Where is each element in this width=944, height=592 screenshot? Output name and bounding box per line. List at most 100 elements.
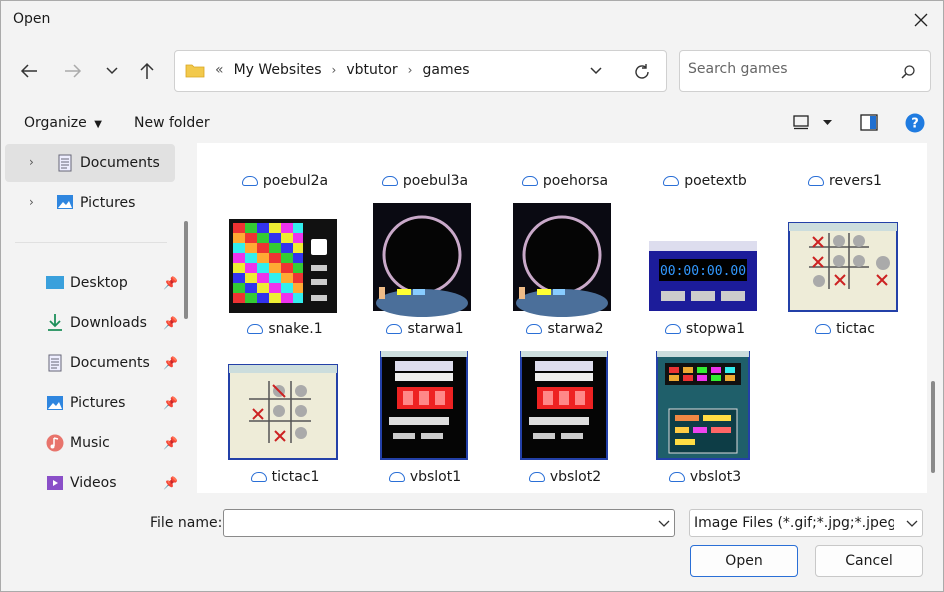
sidebar-scrollbar[interactable]: [184, 221, 188, 319]
file-type-value: Image Files (*.gif;*.jpg;*.jpeg;*.b: [694, 515, 894, 531]
list-item[interactable]: 00:00:00.00 stopwa1: [635, 203, 775, 343]
cancel-button[interactable]: Cancel: [815, 545, 923, 577]
up-button[interactable]: [133, 57, 161, 85]
cloud-icon: [247, 324, 264, 334]
breadcrumb-my-websites[interactable]: My Websites: [228, 62, 328, 78]
pin-icon: 📌: [163, 276, 178, 290]
pin-icon: 📌: [163, 436, 178, 450]
forward-button[interactable]: [59, 57, 87, 85]
navigation-pane: › Documents › Pictures Desktop 📌 Downloa…: [1, 143, 179, 493]
organize-button[interactable]: Organize ▼: [24, 115, 102, 131]
navigation-bar: « My Websites › vbtutor › games: [1, 39, 943, 101]
file-name: snake.1: [268, 321, 323, 337]
sidebar-item-videos[interactable]: Videos 📌: [5, 464, 178, 493]
file-thumbnail: [656, 351, 750, 460]
file-name-label: File name:: [150, 515, 223, 531]
file-list: poebul2a poebul3a poehorsa poetextb reve…: [197, 143, 927, 493]
file-name: poehorsa: [542, 173, 609, 189]
list-item[interactable]: vbslot3: [635, 351, 775, 491]
cloud-icon: [386, 324, 403, 334]
sidebar-item-documents[interactable]: Documents 📌: [5, 344, 178, 382]
caret-down-icon: ▼: [94, 119, 102, 130]
file-thumbnail: [229, 219, 337, 313]
arrow-up-icon: [140, 62, 154, 79]
chevron-down-icon: [906, 520, 918, 527]
sidebar-item-label: Videos: [70, 475, 117, 491]
music-icon: [46, 434, 64, 452]
file-name: vbslot3: [689, 469, 742, 485]
cloud-icon: [388, 472, 405, 482]
list-item[interactable]: poetextb: [635, 143, 775, 189]
documents-icon: [58, 154, 72, 172]
file-type-select[interactable]: Image Files (*.gif;*.jpg;*.jpeg;*.b: [689, 509, 923, 537]
list-item[interactable]: poehorsa: [495, 143, 635, 189]
list-item[interactable]: revers1: [775, 143, 915, 189]
refresh-icon[interactable]: [633, 63, 651, 81]
pin-icon: 📌: [163, 476, 178, 490]
new-folder-button[interactable]: New folder: [134, 115, 210, 131]
address-bar[interactable]: « My Websites › vbtutor › games: [174, 50, 667, 92]
sidebar-item-label: Music: [70, 435, 110, 451]
file-list-scrollbar[interactable]: [931, 381, 935, 473]
cloud-icon: [668, 472, 685, 482]
search-icon[interactable]: [900, 64, 916, 80]
list-item[interactable]: starwa1: [355, 203, 495, 343]
file-thumbnail: [373, 203, 471, 317]
sidebar-item-music[interactable]: Music 📌: [5, 424, 178, 462]
sidebar-item-label: Downloads: [70, 315, 147, 331]
sidebar-item-label: Documents: [80, 155, 160, 171]
breadcrumb-separator: ›: [407, 63, 413, 77]
sidebar-item-downloads[interactable]: Downloads 📌: [5, 304, 178, 342]
file-name: vbslot2: [549, 469, 602, 485]
organize-label: Organize: [24, 115, 87, 131]
command-bar: Organize ▼ New folder ?: [1, 103, 943, 143]
open-button[interactable]: Open: [690, 545, 798, 577]
breadcrumb-vbtutor[interactable]: vbtutor: [340, 62, 403, 78]
list-item[interactable]: starwa2: [495, 203, 635, 343]
expand-chevron-icon[interactable]: ›: [29, 195, 34, 209]
file-name: tictac: [836, 321, 875, 337]
help-icon[interactable]: ?: [905, 113, 925, 133]
list-item[interactable]: snake.1: [215, 203, 355, 343]
recent-locations-button[interactable]: [98, 57, 126, 85]
list-item[interactable]: tictac: [775, 203, 915, 343]
address-overflow[interactable]: «: [211, 62, 228, 78]
sidebar-item-pictures-tree[interactable]: › Pictures: [5, 184, 175, 222]
file-name: vbslot1: [409, 469, 462, 485]
cloud-icon: [241, 176, 258, 186]
cloud-icon: [815, 324, 832, 334]
close-icon: [914, 13, 928, 27]
list-item[interactable]: poebul3a: [355, 143, 495, 189]
sidebar-item-label: Desktop: [70, 275, 128, 291]
file-thumbnail: [228, 364, 338, 460]
preview-pane-icon[interactable]: [860, 114, 878, 131]
view-mode-icon[interactable]: [793, 115, 809, 130]
folder-icon: [185, 64, 205, 78]
close-button[interactable]: [905, 5, 937, 35]
cloud-icon: [381, 176, 398, 186]
sidebar-item-desktop[interactable]: Desktop 📌: [5, 264, 178, 302]
list-item[interactable]: poebul2a: [215, 143, 355, 189]
file-name: starwa1: [407, 321, 464, 337]
search-input[interactable]: [688, 61, 888, 77]
list-item[interactable]: tictac1: [215, 351, 355, 491]
view-options-caret-icon[interactable]: [823, 120, 832, 126]
sidebar-item-documents-tree[interactable]: › Documents: [5, 144, 175, 182]
search-box[interactable]: [679, 50, 931, 92]
documents-icon: [48, 354, 62, 372]
file-name-field[interactable]: [223, 509, 675, 537]
back-button[interactable]: [15, 57, 43, 85]
file-name: revers1: [829, 173, 882, 189]
list-item[interactable]: vbslot2: [495, 351, 635, 491]
chevron-down-icon[interactable]: [658, 520, 670, 528]
file-name: poetextb: [684, 173, 747, 189]
sidebar-item-pictures[interactable]: Pictures 📌: [5, 384, 178, 422]
dialog-footer: File name: Image Files (*.gif;*.jpg;*.jp…: [1, 493, 943, 591]
list-item[interactable]: vbslot1: [355, 351, 495, 491]
expand-chevron-icon[interactable]: ›: [29, 155, 34, 169]
svg-text:?: ?: [911, 117, 919, 132]
sidebar-divider: [15, 242, 167, 243]
breadcrumb-games[interactable]: games: [416, 62, 475, 78]
pin-icon: 📌: [163, 316, 178, 330]
address-dropdown-icon[interactable]: [589, 66, 603, 76]
